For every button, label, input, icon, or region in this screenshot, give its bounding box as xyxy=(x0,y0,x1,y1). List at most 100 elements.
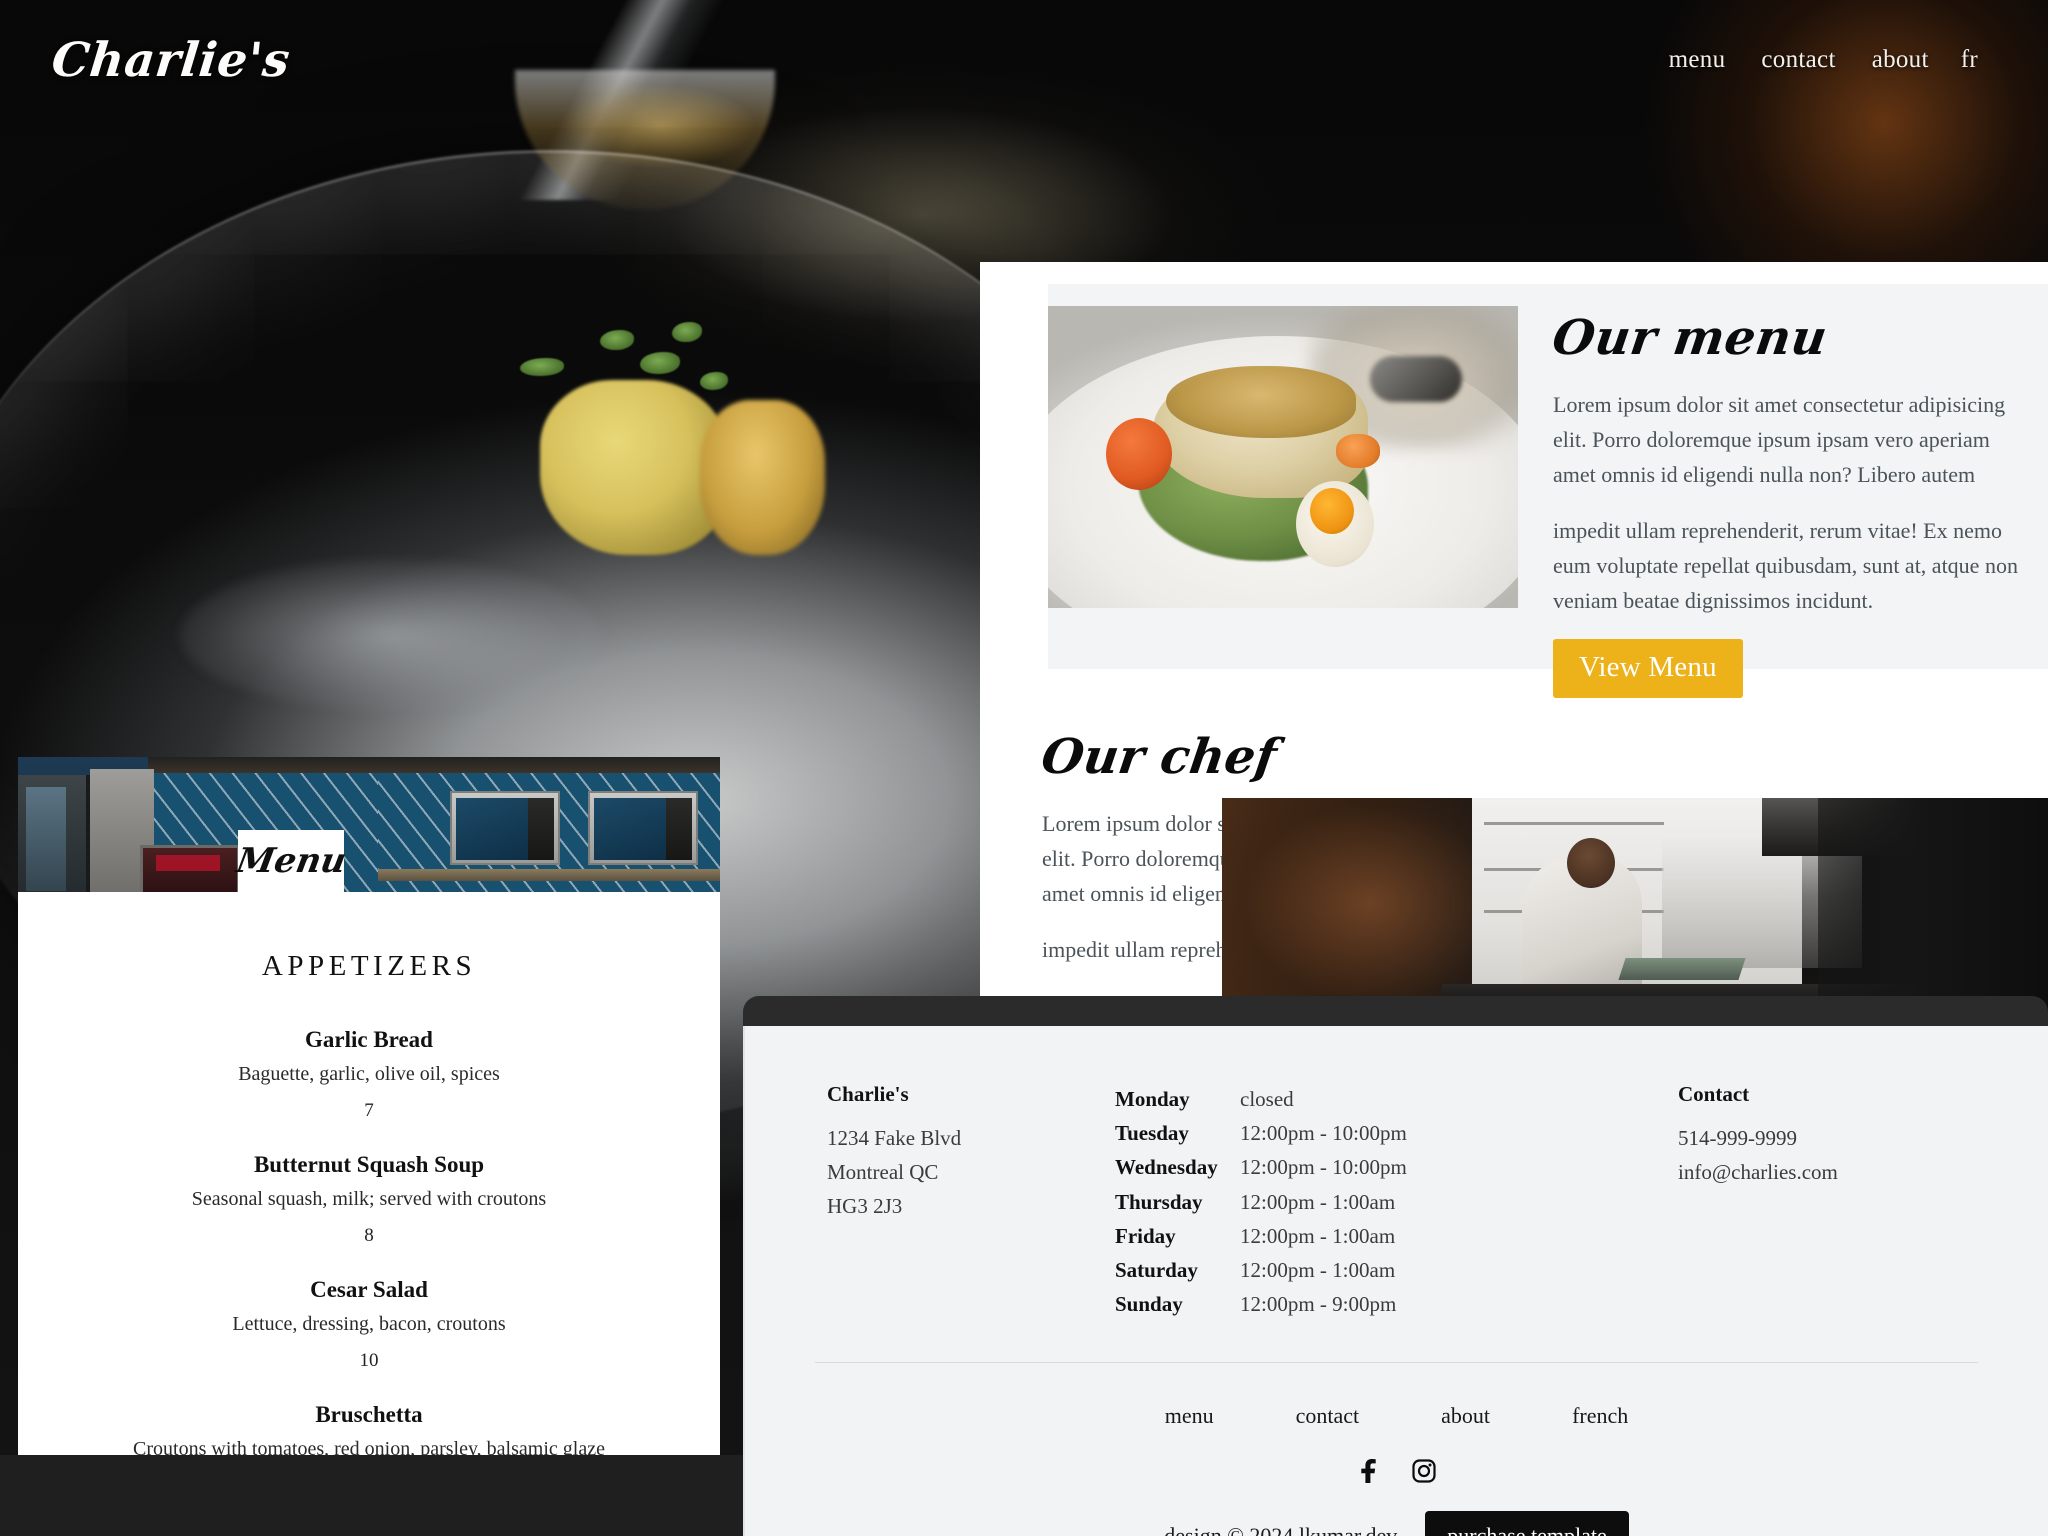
menu-item-price: 8 xyxy=(364,1225,374,1246)
dish-peanut-crumble xyxy=(1166,366,1356,438)
menu-item-description: Seasonal squash, milk; served with crout… xyxy=(191,1188,547,1210)
hours-value: 12:00pm - 1:00am xyxy=(1240,1258,1396,1283)
kitchen-fridge-glass xyxy=(26,787,66,891)
footer-address-line-1: 1234 Fake Blvd xyxy=(827,1126,962,1150)
hours-row: Monday closed xyxy=(1115,1082,1678,1116)
footer-social-links xyxy=(815,1458,1978,1483)
main-navigation: menu contact about fr xyxy=(1651,46,1978,74)
facebook-icon[interactable] xyxy=(1358,1458,1380,1483)
footer-hours-column: Monday closed Tuesday 12:00pm - 10:00pm … xyxy=(1115,1082,1678,1322)
footer-credit: design © 2024 lkumar.dev xyxy=(1164,1522,1398,1536)
hours-value: 12:00pm - 1:00am xyxy=(1240,1223,1396,1248)
our-menu-heading: Our menu xyxy=(1549,310,1831,366)
nav-item-menu[interactable]: menu xyxy=(1651,46,1744,74)
menu-item: Garlic Bread Baguette, garlic, olive oil… xyxy=(48,1027,690,1122)
hours-row: Tuesday 12:00pm - 10:00pm xyxy=(1115,1116,1678,1150)
menu-card: APPETIZERS Garlic Bread Baguette, garlic… xyxy=(18,892,720,1455)
menu-section-title: APPETIZERS xyxy=(261,950,477,982)
menu-item-name: Bruschetta xyxy=(315,1402,423,1427)
kitchen-coffee-machine xyxy=(140,845,240,897)
kitchen-coffee-label xyxy=(156,855,220,871)
dish-egg-yolk xyxy=(1310,488,1354,534)
kitchen-ceiling-beam xyxy=(148,757,720,773)
menu-item-name: Cesar Salad xyxy=(310,1277,428,1302)
footer-navigation: menu contact about french xyxy=(815,1403,1978,1429)
kitchen-microwave xyxy=(588,791,698,865)
hours-day: Saturday xyxy=(1115,1258,1198,1283)
chef-photo-dark-area xyxy=(1818,798,2048,1010)
menu-item-description: Lettuce, dressing, bacon, croutons xyxy=(232,1313,506,1335)
footer-phone[interactable]: 514-999-9999 xyxy=(1678,1121,1978,1155)
footer-business-name: Charlie's xyxy=(827,1082,909,1106)
purchase-template-button[interactable]: purchase template xyxy=(1425,1510,1629,1536)
footer-nav-contact[interactable]: contact xyxy=(1296,1403,1360,1429)
our-menu-paragraph-1: Lorem ipsum dolor sit amet consectetur a… xyxy=(1553,392,2006,487)
footer-address-line-2: Montreal QC xyxy=(827,1160,939,1185)
hours-day: Thursday xyxy=(1115,1189,1203,1214)
microwave-door xyxy=(594,798,666,860)
hours-value: 12:00pm - 9:00pm xyxy=(1240,1292,1397,1317)
site-footer: Charlie's 1234 Fake Blvd Montreal QC HG3… xyxy=(743,1026,2048,1536)
kitchen-shelf-ledge xyxy=(378,869,720,881)
footer-top-bar xyxy=(743,996,2048,1028)
microwave-panel xyxy=(528,798,554,860)
footer-address-line-3: HG3 2J3 xyxy=(827,1194,903,1219)
menu-item-price: 7 xyxy=(364,1100,374,1121)
footer-columns: Charlie's 1234 Fake Blvd Montreal QC HG3… xyxy=(815,1082,1978,1322)
our-chef-photo xyxy=(1222,798,2048,1010)
menu-item-description: Baguette, garlic, olive oil, spices xyxy=(238,1063,500,1085)
hours-value: 12:00pm - 10:00pm xyxy=(1240,1121,1407,1146)
menu-item-name: Butternut Squash Soup xyxy=(253,1152,485,1177)
hours-row: Thursday 12:00pm - 1:00am xyxy=(1115,1185,1678,1219)
hours-day: Wednesday xyxy=(1115,1155,1218,1180)
view-menu-button[interactable]: View Menu xyxy=(1553,638,1743,698)
menu-card-tab-label: Menu xyxy=(233,841,349,881)
brand-logo[interactable]: Charlie's xyxy=(49,33,293,88)
hours-row: Wednesday 12:00pm - 10:00pm xyxy=(1115,1150,1678,1184)
footer-nav-about[interactable]: about xyxy=(1441,1403,1490,1429)
hours-day: Friday xyxy=(1115,1223,1176,1248)
our-menu-section: Our menu Lorem ipsum dolor sit amet cons… xyxy=(1048,284,2048,698)
footer-bottom: design © 2024 lkumar.dev purchase templa… xyxy=(815,1510,1978,1536)
dish-utensil xyxy=(1370,356,1462,402)
chef-cutting-board xyxy=(1618,958,1746,980)
nav-item-contact[interactable]: contact xyxy=(1743,46,1853,74)
hours-row: Sunday 12:00pm - 9:00pm xyxy=(1115,1287,1678,1321)
hours-value: 12:00pm - 1:00am xyxy=(1240,1189,1396,1214)
footer-contact-column: Contact 514-999-9999 info@charlies.com xyxy=(1678,1082,1978,1189)
footer-address-column: Charlie's 1234 Fake Blvd Montreal QC HG3… xyxy=(815,1082,1115,1223)
nav-item-language-fr[interactable]: fr xyxy=(1947,46,1978,74)
footer-divider xyxy=(815,1361,1978,1363)
instagram-icon[interactable] xyxy=(1411,1458,1436,1483)
site-header: Charlie's menu contact about fr xyxy=(0,0,2048,120)
hours-day: Monday xyxy=(1115,1087,1190,1111)
dish-carrot xyxy=(1336,434,1380,468)
hours-value: 12:00pm - 10:00pm xyxy=(1240,1155,1407,1180)
page-background-strip xyxy=(0,1455,743,1536)
hours-value: closed xyxy=(1240,1087,1294,1111)
chef-shelf xyxy=(1484,822,1664,825)
hours-row: Friday 12:00pm - 1:00am xyxy=(1115,1219,1678,1253)
kitchen-microwave xyxy=(450,791,560,865)
hero-sauce-smear xyxy=(180,560,600,710)
menu-card-tab[interactable]: Menu xyxy=(233,830,349,892)
menu-item: Cesar Salad Lettuce, dressing, bacon, cr… xyxy=(48,1277,690,1372)
menu-item: Butternut Squash Soup Seasonal squash, m… xyxy=(48,1152,690,1247)
our-menu-copy: Our menu Lorem ipsum dolor sit amet cons… xyxy=(1518,306,2048,698)
footer-nav-menu[interactable]: menu xyxy=(1165,1403,1214,1429)
menu-item-name: Garlic Bread xyxy=(305,1027,433,1052)
menu-dish-photo xyxy=(1048,306,1518,608)
microwave-panel xyxy=(666,798,692,860)
dish-tomato xyxy=(1106,418,1172,490)
footer-nav-french[interactable]: french xyxy=(1572,1403,1628,1429)
footer-email[interactable]: info@charlies.com xyxy=(1678,1155,1978,1189)
menu-item: Bruschetta Croutons with tomatoes, red o… xyxy=(48,1402,690,1455)
footer-contact-title: Contact xyxy=(1678,1082,1750,1106)
hours-day: Tuesday xyxy=(1115,1121,1189,1146)
kitchen-photo xyxy=(18,757,720,897)
nav-item-about[interactable]: about xyxy=(1854,46,1947,74)
hours-row: Saturday 12:00pm - 1:00am xyxy=(1115,1253,1678,1287)
hero-food-piece-b xyxy=(700,400,825,555)
microwave-door xyxy=(456,798,528,860)
our-menu-paragraph-2: impedit ullam reprehenderit, rerum vitae… xyxy=(1553,518,2018,613)
